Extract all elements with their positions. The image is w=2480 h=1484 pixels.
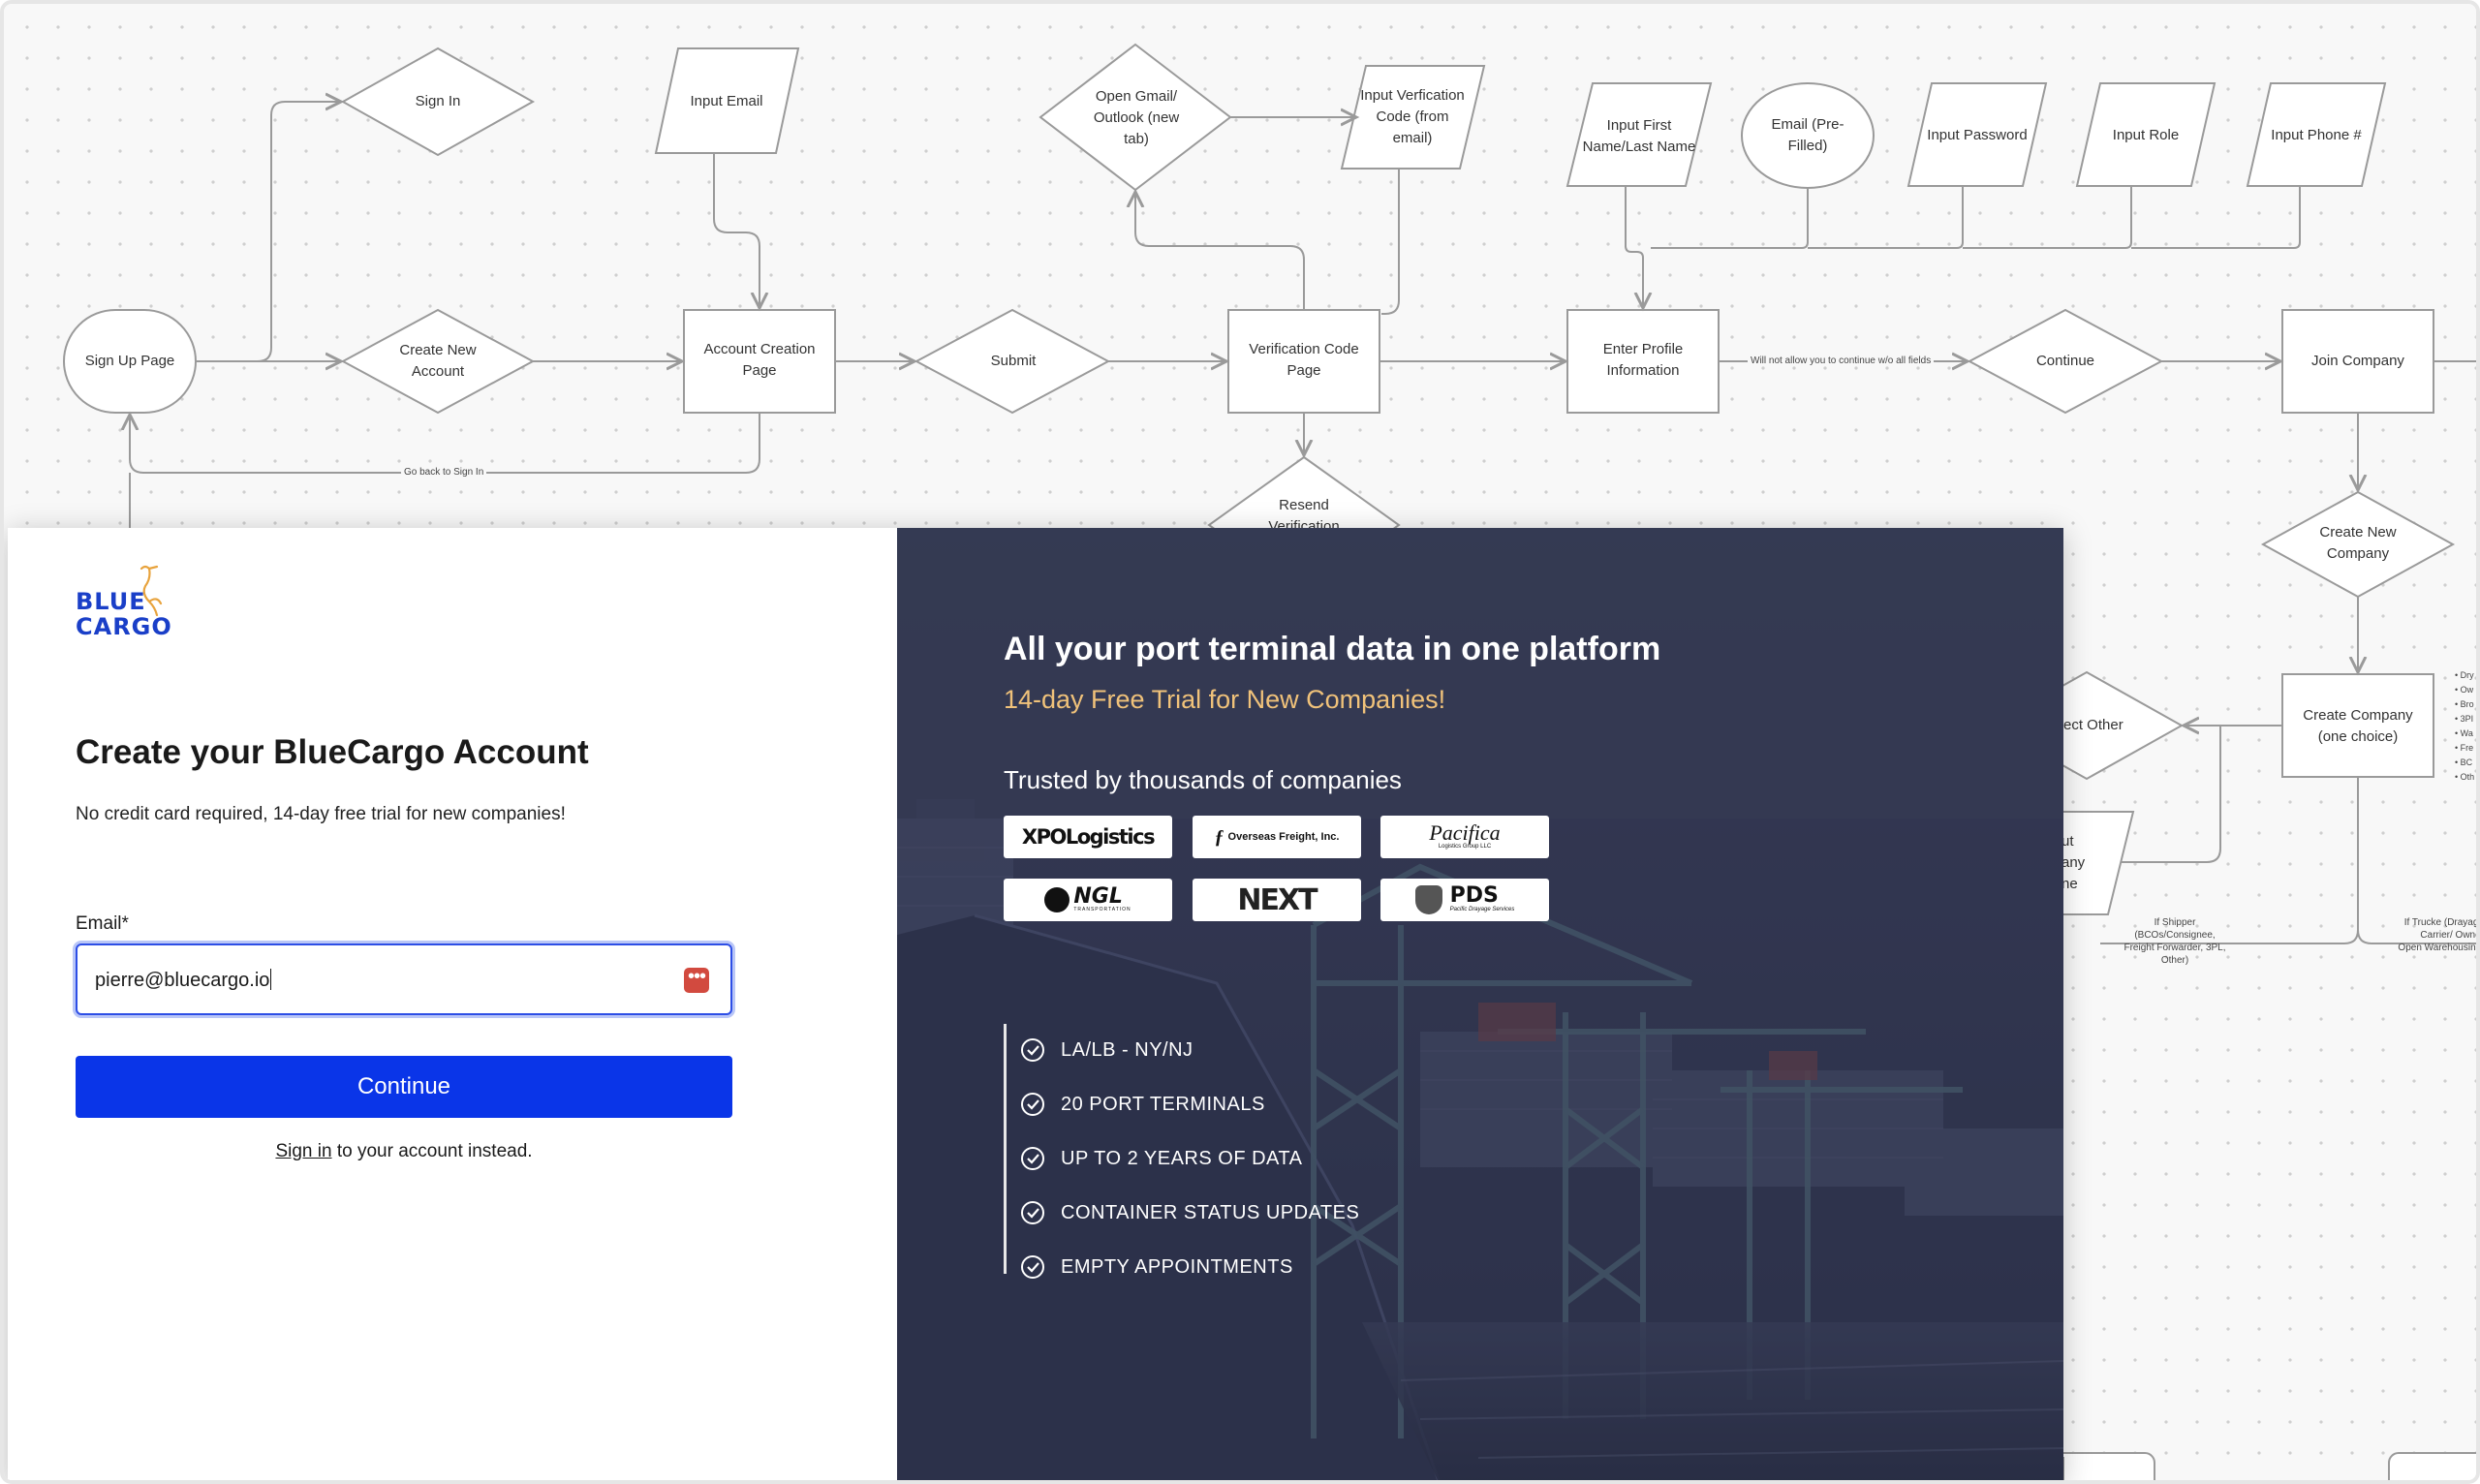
- flow-note-if-shipper: If Shipper (BCOs/Consignee, Freight Forw…: [2124, 917, 2226, 966]
- partner-logo-ngl-wordmark: NGL TRANSPORTATION: [1073, 884, 1132, 913]
- flow-bullet: • 3PI: [2455, 714, 2474, 724]
- flow-bullet: • Oth: [2455, 772, 2475, 782]
- feature-label: CONTAINER STATUS UPDATES: [1061, 1201, 1360, 1223]
- flow-label-input-verification: Input Verfication Code (from email): [1360, 87, 1465, 146]
- email-text: pierre@bluecargo.io: [95, 970, 270, 991]
- logo-text-cargo: CARGO: [76, 613, 172, 640]
- bluecargo-logo[interactable]: BLUE CARGO: [76, 565, 172, 644]
- signup-form-panel: BLUE CARGO Create your BlueCargo Account…: [8, 528, 897, 1480]
- flow-label-input-phone: Input Phone #: [2271, 127, 2362, 143]
- email-value: pierre@bluecargo.io: [95, 969, 272, 992]
- overseas-freight-icon: ƒ: [1214, 825, 1224, 848]
- signin-prompt-text: to your account instead.: [331, 1141, 533, 1161]
- flow-label-input-email: Input Email: [690, 93, 763, 109]
- flow-label-input-company: ut any ne: [2062, 833, 2086, 892]
- email-field[interactable]: pierre@bluecargo.io •••: [76, 943, 732, 1015]
- continue-button[interactable]: Continue: [76, 1056, 732, 1118]
- feature-label: LA/LB - NY/NJ: [1061, 1038, 1194, 1061]
- flow-bullet: • Wa: [2455, 728, 2473, 738]
- logo-text-blue: BLUE: [76, 588, 146, 615]
- signin-prompt: Sign in to your account instead.: [76, 1141, 732, 1162]
- partner-logo-overseas-text: Overseas Freight, Inc.: [1227, 831, 1340, 843]
- partner-logo-pacifica-text: Pacifica: [1429, 820, 1501, 845]
- node-bottom-2: [2388, 1452, 2476, 1480]
- feature-label: EMPTY APPOINTMENTS: [1061, 1255, 1293, 1278]
- feature-label: UP TO 2 YEARS OF DATA: [1061, 1147, 1303, 1169]
- flow-bullet: • Dry: [2455, 670, 2474, 680]
- flow-label-input-name: Input First Name/Last Name: [1582, 117, 1696, 155]
- flow-bullet-list: • Dry • Ow • Bro • 3PI • Wa • Fre • BC •…: [2455, 668, 2476, 785]
- flow-label-sign-in: Sign In: [415, 93, 461, 109]
- screenshot-frame: Sign Up Page Sign In Create New Account …: [0, 0, 2480, 1484]
- feature-item: CONTAINER STATUS UPDATES: [1020, 1198, 1359, 1227]
- partner-logo-pds: PDS Pacific Drayage Services: [1380, 879, 1549, 921]
- partner-logo-pds-wordmark: PDS Pacific Drayage Services: [1449, 883, 1515, 913]
- check-circle-icon: [1021, 1038, 1044, 1062]
- page-subtitle: No credit card required, 14-day free tri…: [76, 804, 566, 824]
- feature-item: 20 PORT TERMINALS: [1020, 1090, 1265, 1119]
- partner-logo-ngl: NGL TRANSPORTATION: [1004, 879, 1172, 921]
- signup-card: BLUE CARGO Create your BlueCargo Account…: [8, 528, 2063, 1480]
- page-title: Create your BlueCargo Account: [76, 733, 589, 771]
- password-manager-icon[interactable]: •••: [684, 967, 709, 993]
- flow-label-verification-code-page: Verification Code Page: [1249, 341, 1359, 379]
- check-circle-icon: [1021, 1147, 1044, 1170]
- partner-logo-overseas-freight: ƒ Overseas Freight, Inc.: [1193, 816, 1361, 858]
- feature-list: LA/LB - NY/NJ 20 PORT TERMINALS UP TO 2 …: [1004, 1024, 1488, 1279]
- promo-headline: All your port terminal data in one platf…: [1004, 631, 1661, 667]
- flow-label-enter-profile: Enter Profile Information: [1602, 341, 1684, 379]
- flow-bullet: • Bro: [2455, 699, 2474, 709]
- ngl-emblem-icon: [1044, 887, 1070, 912]
- partner-logo-pds-sub: Pacific Drayage Services: [1449, 907, 1515, 912]
- flow-label-create-new-account: Create New Account: [399, 342, 477, 380]
- partner-logo-pds-text: PDS: [1449, 883, 1499, 908]
- check-circle-icon: [1021, 1201, 1044, 1224]
- flow-label-open-gmail: Open Gmail/ Outlook (new tab): [1093, 88, 1180, 147]
- flow-bullet: • Ow: [2455, 685, 2474, 695]
- flow-label-input-role: Input Role: [2112, 127, 2180, 143]
- check-circle-icon: [1021, 1255, 1044, 1279]
- flow-label-continue: Continue: [2035, 353, 2095, 369]
- flow-label-account-creation-page: Account Creation Page: [703, 341, 816, 379]
- flow-label-submit: Submit: [990, 353, 1037, 369]
- partner-logo-pacifica: Pacifica Logistics Group LLC: [1380, 816, 1549, 858]
- partner-logo-next: NEXT: [1193, 879, 1361, 921]
- sign-in-link[interactable]: Sign in: [275, 1141, 331, 1161]
- flow-label-sign-up-page: Sign Up Page: [84, 353, 175, 369]
- trusted-by-text: Trusted by thousands of companies: [1004, 765, 1402, 794]
- partner-logo-xpo-text: XPOLogistics: [1021, 825, 1156, 849]
- feature-item: EMPTY APPOINTMENTS: [1020, 1252, 1293, 1282]
- feature-item: LA/LB - NY/NJ: [1020, 1036, 1194, 1065]
- check-circle-icon: [1021, 1093, 1044, 1116]
- pds-shield-icon: [1414, 885, 1442, 914]
- flow-note-will-not-allow: Will not allow you to continue w/o all f…: [1748, 356, 1935, 366]
- text-caret: [270, 969, 272, 990]
- partner-logo-xpo: XPOLogistics: [1004, 816, 1172, 858]
- feature-item: UP TO 2 YEARS OF DATA: [1020, 1144, 1302, 1173]
- partner-logo-ngl-text: NGL: [1073, 884, 1123, 909]
- flow-bullet: • BC: [2455, 757, 2473, 767]
- partner-logo-next-text: NEXT: [1237, 882, 1318, 917]
- flow-note-go-back: Go back to Sign In: [401, 467, 487, 478]
- flow-label-email-prefilled: Email (Pre-Filled): [1771, 116, 1844, 154]
- feature-label: 20 PORT TERMINALS: [1061, 1093, 1265, 1115]
- promo-trial-text: 14-day Free Trial for New Companies!: [1004, 685, 1446, 714]
- promo-panel: All your port terminal data in one platf…: [897, 528, 2063, 1480]
- flow-note-if-trucker: If Trucke (Drayage Carrier/ Owner Open W…: [2398, 917, 2480, 953]
- partner-logo-ngl-sub: TRANSPORTATION: [1073, 907, 1132, 912]
- port-background-image: [897, 528, 2063, 1480]
- flow-label-create-company: Create Company (one choice): [2303, 707, 2413, 745]
- flow-bullet: • Fre: [2455, 743, 2474, 753]
- flow-label-input-password: Input Password: [1927, 127, 2028, 143]
- flow-label-select-other: ect Other: [2063, 717, 2124, 733]
- partner-logo-pacifica-sub: Logistics Group LLC: [1438, 844, 1492, 850]
- email-label: Email*: [76, 913, 129, 934]
- flow-label-join-company: Join Company: [2311, 353, 2404, 369]
- flow-label-create-new-company: Create New Company: [2319, 524, 2397, 562]
